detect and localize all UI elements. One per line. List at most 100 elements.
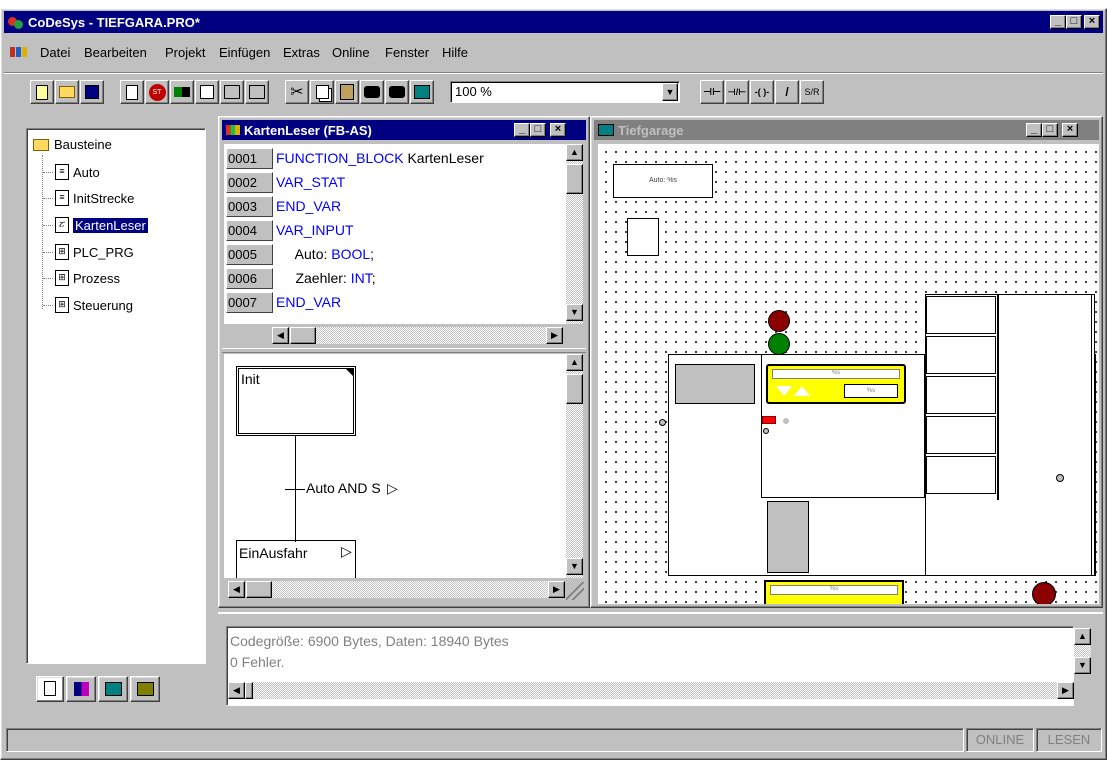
parking-slot[interactable] bbox=[926, 456, 996, 494]
code-line[interactable]: END_VAR bbox=[276, 196, 341, 217]
save-button[interactable] bbox=[80, 80, 104, 104]
menu-extras[interactable]: Extras bbox=[283, 45, 320, 60]
login-button[interactable] bbox=[120, 80, 144, 104]
coil-button[interactable]: -( )- bbox=[750, 80, 774, 104]
tree-item-prozess[interactable]: ⊞ Prozess bbox=[43, 270, 120, 286]
scroll-thumb[interactable] bbox=[246, 581, 272, 598]
scroll-thumb[interactable] bbox=[566, 164, 583, 194]
app-titlebar[interactable]: CoDeSys - TIEFGARA.PRO* bbox=[4, 11, 1103, 33]
editor-minimize-button[interactable]: _ bbox=[514, 123, 530, 137]
parking-slot[interactable] bbox=[926, 416, 996, 454]
code-line[interactable]: VAR_INPUT bbox=[276, 220, 354, 241]
sfc-body-editor[interactable]: Init Auto AND S ▷ EinAusfahr ▷ bbox=[224, 354, 566, 578]
car-entrance[interactable] bbox=[675, 364, 755, 404]
find-next-button[interactable] bbox=[385, 80, 409, 104]
menu-einfuegen[interactable]: Einfügen bbox=[219, 45, 270, 60]
editor-maximize-button[interactable]: □ bbox=[530, 123, 546, 137]
declaration-vscroll[interactable]: ▲ ▼ bbox=[566, 144, 583, 324]
cut-button[interactable]: ✂ bbox=[285, 80, 309, 104]
parking-slot[interactable] bbox=[926, 336, 996, 374]
scroll-left-button[interactable]: ◀ bbox=[272, 327, 289, 344]
find-button[interactable] bbox=[360, 80, 384, 104]
barrier-display[interactable]: %s %s bbox=[766, 364, 906, 404]
scroll-right-button[interactable]: ▶ bbox=[548, 581, 565, 598]
resize-grip-icon[interactable] bbox=[566, 582, 584, 600]
sfc-init-step[interactable]: Init bbox=[236, 366, 356, 436]
scroll-left-button[interactable]: ◀ bbox=[228, 581, 245, 598]
auto-label-box[interactable]: Auto: %s bbox=[613, 164, 713, 198]
declaration-editor[interactable]: 0001 FUNCTION_BLOCK KartenLeser 0002 VAR_ST… bbox=[224, 144, 568, 324]
visu-titlebar[interactable]: Tiefgarage bbox=[594, 120, 1099, 140]
visu-minimize-button[interactable]: _ bbox=[1026, 123, 1042, 137]
mdi-system-menu-icon[interactable] bbox=[8, 44, 34, 60]
scroll-up-button[interactable]: ▲ bbox=[1074, 628, 1091, 645]
parking-slot[interactable] bbox=[926, 296, 996, 334]
tab-pous[interactable] bbox=[36, 676, 64, 702]
tree-item-plc-prg[interactable]: ⊞ PLC_PRG bbox=[43, 244, 134, 260]
scroll-right-button[interactable]: ▶ bbox=[1057, 682, 1074, 699]
open-button[interactable] bbox=[55, 80, 79, 104]
sfc-hscroll[interactable]: ◀ ▶ bbox=[224, 580, 566, 600]
copy-button[interactable] bbox=[310, 80, 334, 104]
menu-fenster[interactable]: Fenster bbox=[385, 45, 429, 60]
breakpoint-button[interactable] bbox=[220, 80, 244, 104]
scroll-thumb[interactable] bbox=[245, 682, 253, 699]
message-hscroll[interactable]: ◀ ▶ bbox=[228, 682, 1074, 699]
maximize-button[interactable]: □ bbox=[1066, 15, 1082, 29]
code-line[interactable]: Zaehler: INT; bbox=[276, 268, 375, 289]
menu-bearbeiten[interactable]: Bearbeiten bbox=[84, 45, 147, 60]
tree-item-steuerung[interactable]: ⊞ Steuerung bbox=[43, 297, 133, 313]
visu-maximize-button[interactable]: □ bbox=[1042, 123, 1058, 137]
visu-canvas[interactable]: Auto: %s %s %s %s bbox=[598, 144, 1099, 604]
declaration-hscroll[interactable]: ◀ ▶ bbox=[224, 326, 584, 346]
tree-item-auto[interactable]: ≡ Auto bbox=[43, 164, 100, 180]
zoom-dropdown-button[interactable]: ▼ bbox=[662, 83, 678, 101]
zoom-select[interactable]: 100 % ▼ bbox=[450, 81, 680, 103]
message-vscroll[interactable]: ▲ ▼ bbox=[1074, 628, 1091, 674]
parking-slot[interactable] bbox=[926, 376, 996, 414]
scroll-down-button[interactable]: ▼ bbox=[566, 304, 583, 321]
scroll-down-button[interactable]: ▼ bbox=[566, 558, 583, 575]
tree-item-kartenleser[interactable]: ፘ KartenLeser bbox=[43, 217, 148, 233]
editor-close-button[interactable]: × bbox=[550, 123, 566, 137]
scroll-track[interactable] bbox=[316, 327, 546, 344]
tab-resources[interactable] bbox=[130, 676, 160, 702]
contact-button[interactable]: ⊣⊢ bbox=[700, 80, 724, 104]
scroll-thumb[interactable] bbox=[290, 327, 316, 344]
scroll-up-button[interactable]: ▲ bbox=[566, 144, 583, 161]
sfc-step-einausfahr[interactable]: EinAusfahr ▷ bbox=[236, 540, 356, 578]
negated-contact-button[interactable]: ⊣/⊢ bbox=[725, 80, 749, 104]
tree-root-bausteine[interactable]: Bausteine bbox=[33, 137, 112, 152]
negate-button[interactable]: / bbox=[775, 80, 799, 104]
minimize-button[interactable]: _ bbox=[1050, 15, 1066, 29]
sfc-vscroll[interactable]: ▲ ▼ bbox=[566, 354, 583, 578]
tree-item-initstrecke[interactable]: ≡ InitStrecke bbox=[43, 190, 134, 206]
replace-button[interactable] bbox=[410, 80, 434, 104]
tab-data-types[interactable] bbox=[66, 676, 96, 702]
pane-splitter[interactable] bbox=[222, 348, 586, 353]
new-file-button[interactable] bbox=[30, 80, 54, 104]
run-button[interactable] bbox=[170, 80, 194, 104]
code-line[interactable]: Auto: BOOL; bbox=[276, 244, 374, 265]
paste-button[interactable] bbox=[335, 80, 359, 104]
scroll-left-button[interactable]: ◀ bbox=[228, 682, 245, 699]
code-line[interactable]: VAR_STAT bbox=[276, 172, 345, 193]
step-button[interactable] bbox=[195, 80, 219, 104]
menu-hilfe[interactable]: Hilfe bbox=[442, 45, 468, 60]
code-line[interactable]: END_VAR bbox=[276, 292, 341, 313]
stop-button[interactable]: ST bbox=[145, 80, 169, 104]
scroll-track[interactable] bbox=[272, 581, 548, 598]
write-values-button[interactable] bbox=[245, 80, 269, 104]
visu-close-button[interactable]: × bbox=[1062, 123, 1078, 137]
transition-condition[interactable]: Auto AND S bbox=[306, 480, 381, 496]
set-reset-button[interactable]: S/R bbox=[800, 80, 824, 104]
menu-datei[interactable]: Datei bbox=[40, 45, 70, 60]
menu-online[interactable]: Online bbox=[332, 45, 370, 60]
scroll-down-button[interactable]: ▼ bbox=[1074, 657, 1091, 674]
menu-projekt[interactable]: Projekt bbox=[165, 45, 205, 60]
scroll-thumb[interactable] bbox=[566, 374, 583, 404]
close-button[interactable]: × bbox=[1084, 15, 1100, 29]
code-line[interactable]: FUNCTION_BLOCK KartenLeser bbox=[276, 148, 484, 169]
scroll-right-button[interactable]: ▶ bbox=[546, 327, 563, 344]
exit-barrier-display[interactable]: %s bbox=[764, 580, 904, 604]
